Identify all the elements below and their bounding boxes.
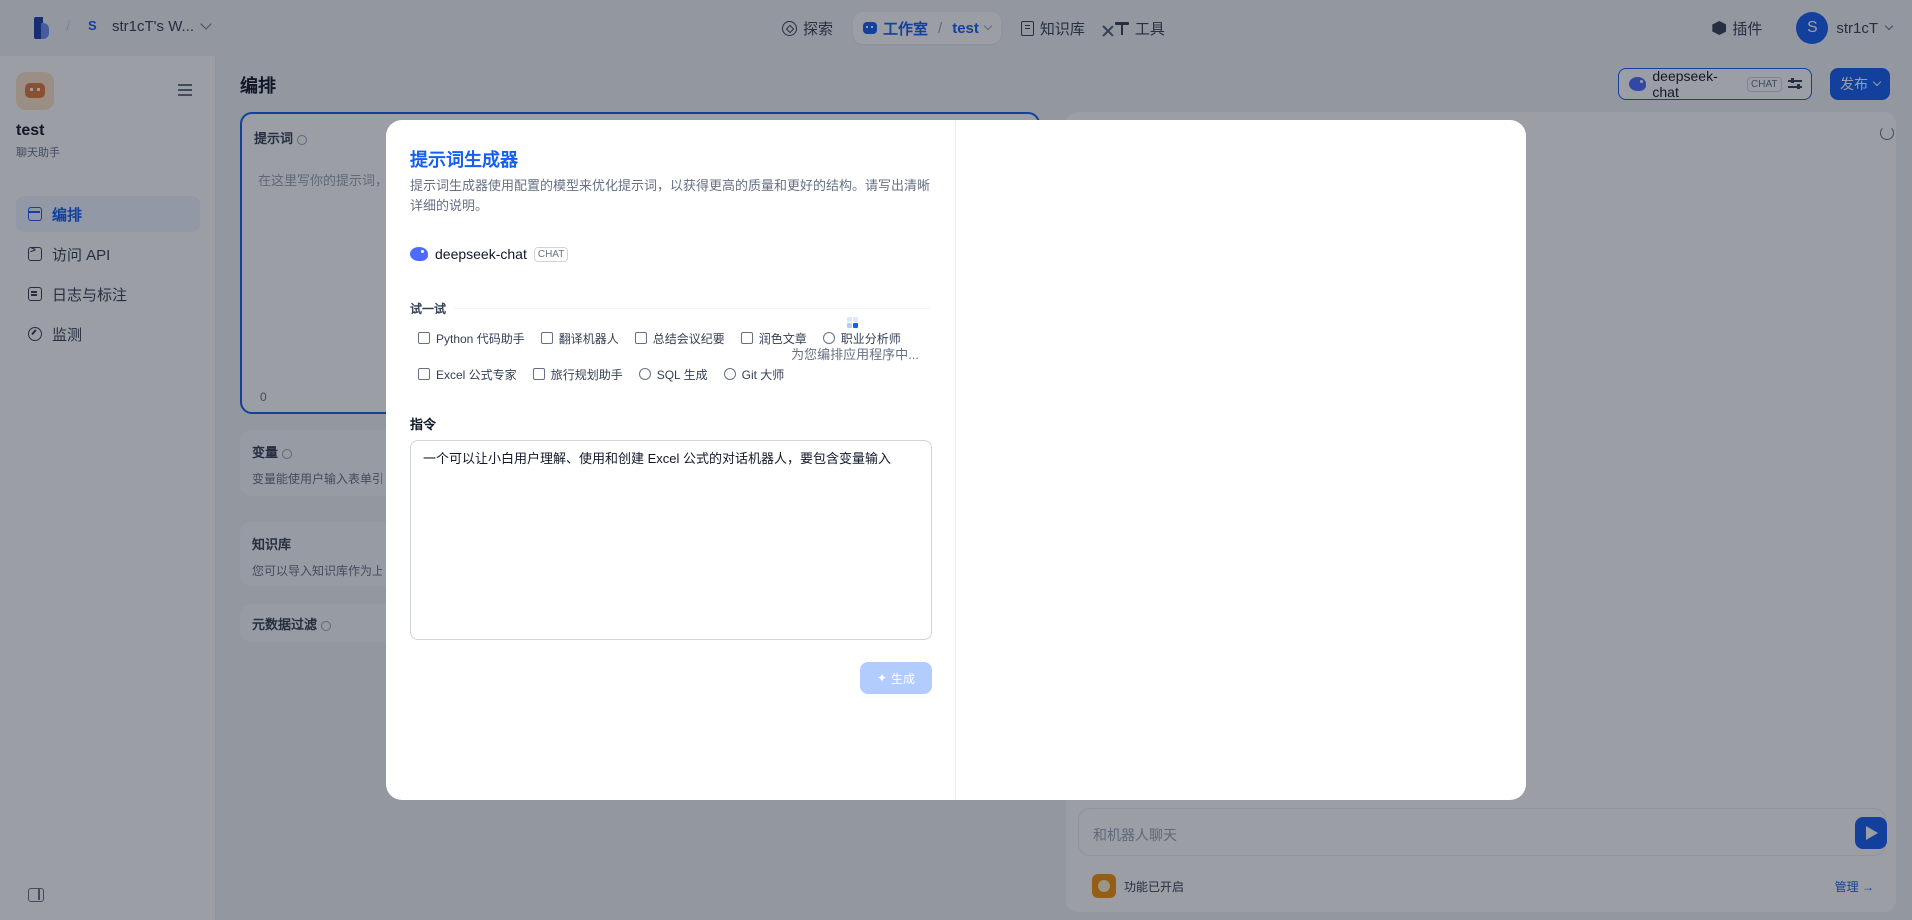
excel-icon: [418, 368, 430, 380]
try-label: 试一试: [410, 302, 447, 316]
divider: [454, 308, 930, 309]
template-label: 翻译机器人: [558, 331, 619, 346]
template-git[interactable]: Git 大师: [716, 360, 793, 388]
modal-description: 提示词生成器使用配置的模型来优化提示词，以获得更高的质量和更好的结构。请写出清晰…: [410, 178, 931, 213]
loading-spinner-icon: [847, 317, 859, 329]
generator-form: 提示词生成器 提示词生成器使用配置的模型来优化提示词，以获得更高的质量和更好的结…: [386, 120, 956, 800]
chart-icon: [634, 332, 647, 344]
sparkle-icon: ✦: [876, 671, 888, 685]
template-translate[interactable]: 翻译机器人: [533, 324, 627, 352]
prompt-generator-modal: 提示词生成器 提示词生成器使用配置的模型来优化提示词，以获得更高的质量和更好的结…: [386, 120, 1526, 800]
instruction-input[interactable]: 一个可以让小白用户理解、使用和创建 Excel 公式的对话机器人，要包含变量输入: [410, 440, 932, 640]
template-sql[interactable]: SQL 生成: [631, 360, 716, 388]
template-python[interactable]: Python 代码助手: [410, 324, 533, 352]
close-icon[interactable]: [1098, 22, 1118, 42]
document-icon: [740, 332, 753, 344]
user-icon: [822, 332, 835, 344]
template-label: Git 大师: [741, 367, 785, 382]
database-icon: [638, 368, 651, 380]
generator-model-tag: CHAT: [533, 246, 569, 262]
instruction-label: 指令: [410, 417, 437, 432]
translate-icon: [540, 332, 553, 344]
loading-text: 为您编排应用程序中...: [791, 347, 919, 362]
template-label: SQL 生成: [656, 367, 708, 382]
deepseek-icon: [410, 247, 428, 261]
generator-model-name: deepseek-chat: [435, 246, 527, 262]
template-excel[interactable]: Excel 公式专家: [410, 360, 525, 388]
modal-title: 提示词生成器: [410, 150, 518, 170]
template-travel[interactable]: 旅行规划助手: [525, 360, 631, 388]
template-label: 旅行规划助手: [550, 367, 623, 382]
generation-result-panel: [956, 120, 1526, 800]
generator-model[interactable]: deepseek-chat CHAT: [410, 246, 569, 262]
template-label: Python 代码助手: [436, 331, 525, 346]
map-icon: [532, 368, 545, 380]
template-meeting[interactable]: 总结会议纪要: [627, 324, 733, 352]
terminal-icon: [418, 332, 430, 344]
template-label: 总结会议纪要: [652, 331, 725, 346]
generate-button[interactable]: ✦ 生成: [860, 662, 932, 694]
generate-label: 生成: [891, 671, 916, 686]
template-label: Excel 公式专家: [436, 367, 517, 382]
git-icon: [723, 368, 736, 380]
